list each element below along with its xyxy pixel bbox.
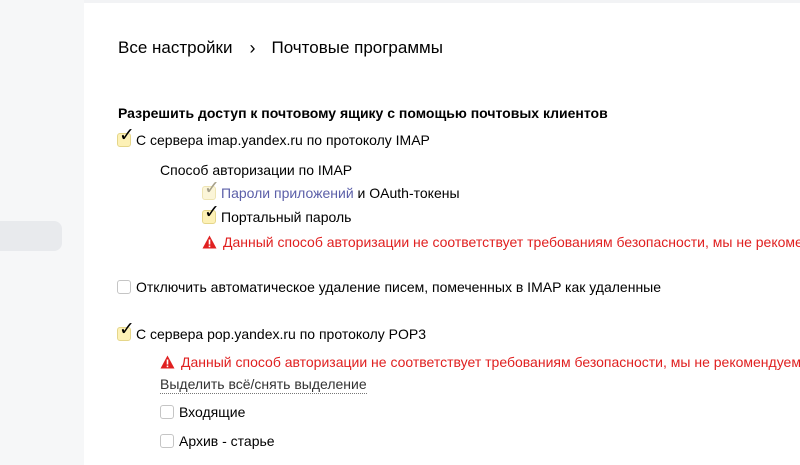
left-sidebar [0, 0, 84, 465]
pop3-checkbox[interactable]: ✓ [117, 320, 135, 341]
auto-delete-option[interactable]: Отключить автоматическое удаление писем,… [117, 277, 661, 297]
sidebar-active-item[interactable] [0, 221, 62, 251]
imap-checkbox[interactable]: ✓ [117, 126, 135, 147]
folder-label: Архив - старье [179, 433, 275, 449]
imap-warning: Данный способ авторизации не соответству… [202, 232, 800, 252]
checkmark-icon: ✓ [119, 319, 135, 340]
app-passwords-option: ✓ Пароли приложений и OAuth-токены [202, 179, 460, 203]
pop3-warning: Данный способ авторизации не соответству… [160, 352, 800, 372]
checkmark-icon: ✓ [204, 202, 220, 223]
imap-auth-title-row: Способ авторизации по IMAP [160, 160, 352, 180]
folder-item[interactable]: Архив - старье [160, 431, 275, 451]
app-passwords-checkbox: ✓ [202, 179, 220, 200]
app-passwords-link[interactable]: Пароли приложений [221, 185, 354, 201]
pop3-option[interactable]: ✓ С сервера pop.yandex.ru по протоколу P… [117, 320, 427, 344]
pop3-label: С сервера pop.yandex.ru по протоколу POP… [136, 326, 427, 342]
folder-checkbox[interactable] [160, 434, 174, 448]
select-all-row: Выделить всё/снять выделение [160, 375, 367, 395]
section-title: Разрешить доступ к почтовому ящику с пом… [118, 105, 608, 121]
breadcrumb: Все настройки › Почтовые программы [118, 36, 443, 60]
top-divider [84, 0, 800, 3]
select-all-link[interactable]: Выделить всё/снять выделение [160, 376, 367, 394]
auto-delete-checkbox[interactable] [117, 280, 131, 294]
warning-triangle-icon [202, 235, 217, 249]
folder-label: Входящие [179, 404, 246, 420]
portal-password-label: Портальный пароль [221, 209, 352, 225]
breadcrumb-current: Почтовые программы [271, 38, 443, 57]
app-passwords-suffix: и OAuth-токены [353, 185, 460, 201]
chevron-right-icon: › [249, 37, 256, 58]
breadcrumb-root-link[interactable]: Все настройки [118, 38, 232, 58]
imap-option[interactable]: ✓ С сервера imap.yandex.ru по протоколу … [117, 126, 430, 150]
imap-label: С сервера imap.yandex.ru по протоколу IM… [136, 132, 430, 148]
portal-password-option[interactable]: ✓ Портальный пароль [202, 203, 352, 227]
portal-password-checkbox[interactable]: ✓ [202, 203, 220, 224]
checkmark-icon: ✓ [204, 178, 220, 199]
auto-delete-label: Отключить автоматическое удаление писем,… [136, 279, 662, 295]
imap-auth-title: Способ авторизации по IMAP [160, 162, 353, 178]
warning-triangle-icon [160, 355, 175, 369]
pop3-warning-text: Данный способ авторизации не соответству… [181, 354, 800, 370]
checkmark-icon: ✓ [119, 125, 135, 146]
folder-item[interactable]: Входящие [160, 402, 245, 422]
folder-checkbox[interactable] [160, 405, 174, 419]
imap-warning-text: Данный способ авторизации не соответству… [223, 234, 800, 250]
